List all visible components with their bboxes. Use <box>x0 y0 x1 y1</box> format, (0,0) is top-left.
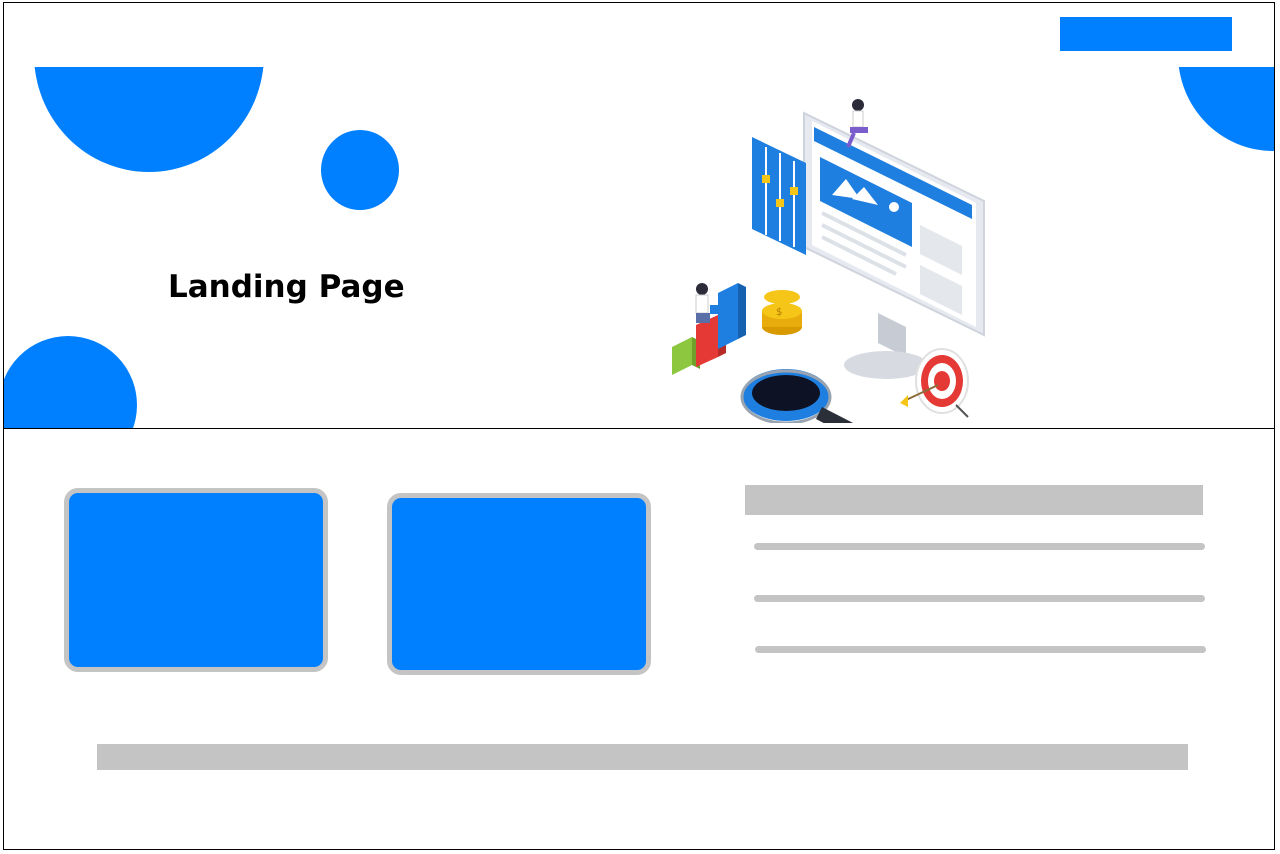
content-line-placeholder <box>754 543 1205 550</box>
footer-bar-placeholder <box>97 744 1188 770</box>
content-heading-placeholder <box>745 485 1203 515</box>
bar-chart-icon <box>672 283 746 375</box>
feature-card-2[interactable] <box>387 493 651 675</box>
slider-panel-icon <box>752 137 806 255</box>
page-frame: Landing Page $ <box>3 2 1275 850</box>
top-header <box>4 3 1274 68</box>
decor-circle-top-right <box>1178 67 1274 151</box>
analytics-dashboard-illustration: $ <box>672 99 985 423</box>
decor-circle-top-left <box>34 67 264 172</box>
feature-card-1[interactable] <box>64 488 328 672</box>
decor-circle-small <box>321 130 399 210</box>
hero-section: Landing Page $ <box>4 67 1274 429</box>
coins-icon: $ <box>762 290 802 335</box>
monitor-icon <box>803 111 985 379</box>
content-line-placeholder <box>754 595 1205 602</box>
content-line-placeholder <box>755 646 1206 653</box>
svg-text:$: $ <box>776 307 782 318</box>
decor-circle-bottom-left <box>4 336 137 428</box>
header-cta-button[interactable] <box>1060 17 1232 51</box>
hero-title: Landing Page <box>168 269 405 305</box>
